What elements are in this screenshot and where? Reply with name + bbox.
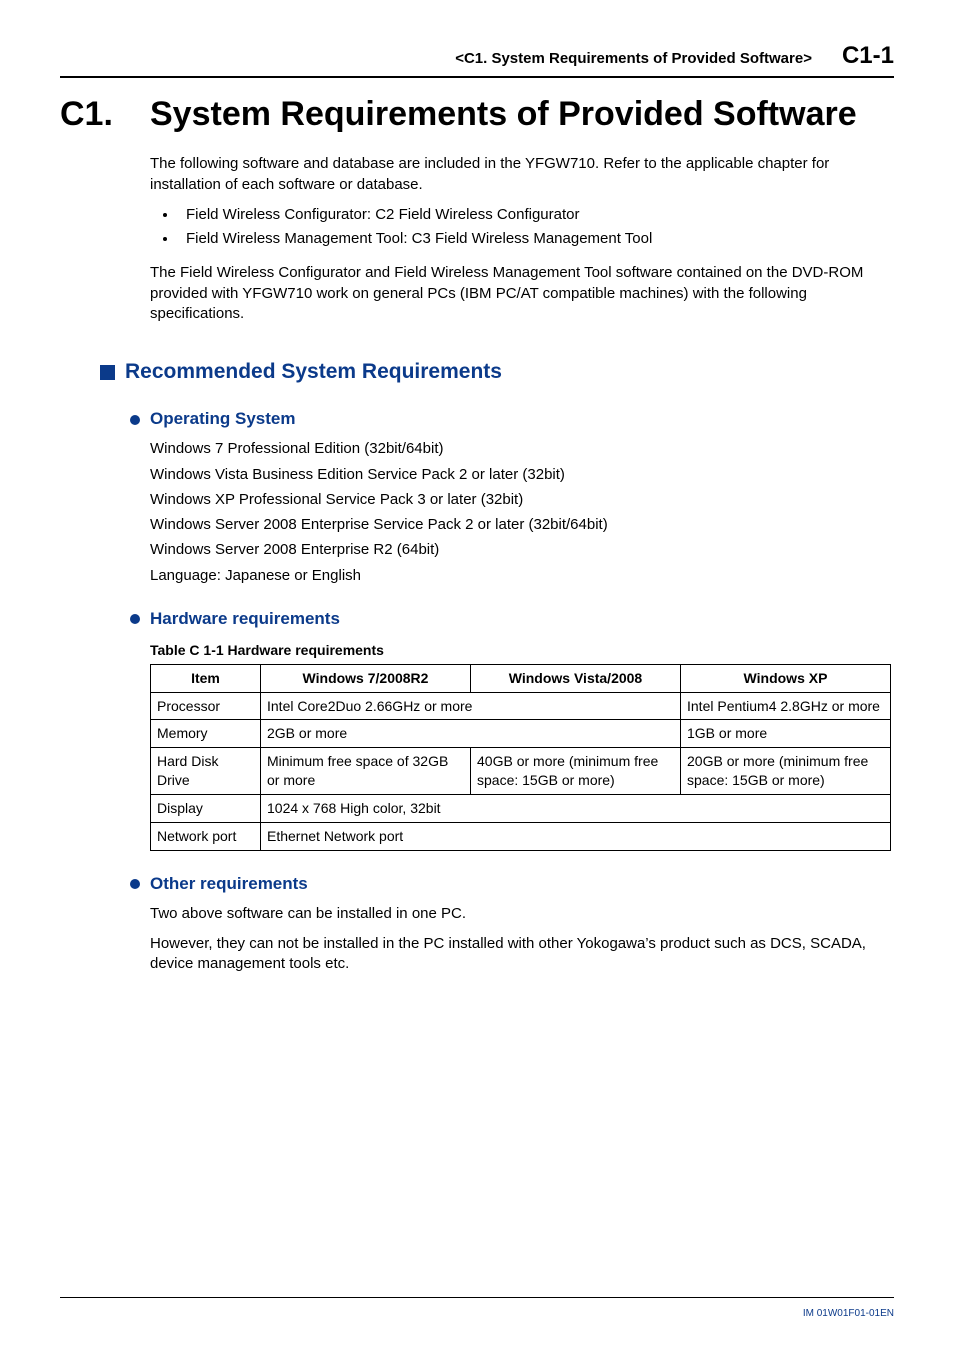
cell: 20GB or more (minimum free space: 15GB o… — [681, 748, 891, 795]
col-xp-header: Windows XP — [681, 664, 891, 692]
subsection-other-heading: Other requirements — [130, 873, 894, 896]
os-line: Windows Vista Business Edition Service P… — [150, 465, 884, 485]
table-row: Memory 2GB or more 1GB or more — [151, 720, 891, 748]
circle-bullet-icon — [130, 614, 140, 624]
col-vista-header: Windows Vista/2008 — [471, 664, 681, 692]
cell: 2GB or more — [261, 720, 681, 748]
table-row: Processor Intel Core2Duo 2.66GHz or more… — [151, 692, 891, 720]
cell: 1GB or more — [681, 720, 891, 748]
subsection-os-heading: Operating System — [130, 408, 894, 431]
intro-bullet: Field Wireless Management Tool: C3 Field… — [178, 229, 884, 249]
row-item: Processor — [151, 692, 261, 720]
cell: 40GB or more (minimum free space: 15GB o… — [471, 748, 681, 795]
running-header: <C1. System Requirements of Provided Sof… — [60, 40, 894, 78]
other-paragraph-1: Two above software can be installed in o… — [150, 904, 884, 924]
row-item: Hard Disk Drive — [151, 748, 261, 795]
os-line: Windows XP Professional Service Pack 3 o… — [150, 490, 884, 510]
intro-bullet: Field Wireless Configurator: C2 Field Wi… — [178, 205, 884, 225]
cell: Ethernet Network port — [261, 822, 891, 850]
circle-bullet-icon — [130, 415, 140, 425]
cell: Intel Pentium4 2.8GHz or more — [681, 692, 891, 720]
intro-paragraph-2: The Field Wireless Configurator and Fiel… — [150, 263, 884, 324]
footer-rule — [60, 1297, 894, 1298]
col-win7-header: Windows 7/2008R2 — [261, 664, 471, 692]
table-row: Network port Ethernet Network port — [151, 822, 891, 850]
subsection-hw-heading: Hardware requirements — [130, 608, 894, 631]
page: <C1. System Requirements of Provided Sof… — [0, 0, 954, 1350]
square-bullet-icon — [100, 365, 115, 380]
subsection-os-title: Operating System — [150, 408, 296, 431]
other-block: Two above software can be installed in o… — [150, 904, 884, 975]
running-title: <C1. System Requirements of Provided Sof… — [60, 49, 842, 69]
circle-bullet-icon — [130, 879, 140, 889]
chapter-title: C1. System Requirements of Provided Soft… — [60, 92, 894, 138]
other-paragraph-2: However, they can not be installed in th… — [150, 934, 884, 975]
os-line: Windows 7 Professional Edition (32bit/64… — [150, 439, 884, 459]
hardware-requirements-table: Item Windows 7/2008R2 Windows Vista/2008… — [150, 664, 891, 851]
intro-paragraph-1: The following software and database are … — [150, 154, 884, 195]
table-row: Hard Disk Drive Minimum free space of 32… — [151, 748, 891, 795]
subsection-hw-title: Hardware requirements — [150, 608, 340, 631]
hw-block: Table C 1-1 Hardware requirements Item W… — [150, 641, 884, 851]
row-item: Memory — [151, 720, 261, 748]
table-row: Display 1024 x 768 High color, 32bit — [151, 795, 891, 823]
row-item: Display — [151, 795, 261, 823]
subsection-other-title: Other requirements — [150, 873, 308, 896]
intro-bullets: Field Wireless Configurator: C2 Field Wi… — [150, 205, 884, 250]
os-line: Language: Japanese or English — [150, 566, 884, 586]
os-line: Windows Server 2008 Enterprise R2 (64bit… — [150, 540, 884, 560]
table-header-row: Item Windows 7/2008R2 Windows Vista/2008… — [151, 664, 891, 692]
cell: Minimum free space of 32GB or more — [261, 748, 471, 795]
section-recommended-heading: Recommended System Requirements — [100, 358, 894, 386]
page-number: C1-1 — [842, 40, 894, 72]
chapter-number: C1. — [60, 92, 150, 138]
intro-block: The following software and database are … — [150, 154, 884, 324]
chapter-text: System Requirements of Provided Software — [150, 92, 857, 138]
os-line: Windows Server 2008 Enterprise Service P… — [150, 515, 884, 535]
os-list: Windows 7 Professional Edition (32bit/64… — [150, 439, 884, 586]
table-caption: Table C 1-1 Hardware requirements — [150, 641, 884, 660]
cell: 1024 x 768 High color, 32bit — [261, 795, 891, 823]
row-item: Network port — [151, 822, 261, 850]
col-item-header: Item — [151, 664, 261, 692]
footer-doc-id: IM 01W01F01-01EN — [803, 1307, 894, 1321]
section-recommended-title: Recommended System Requirements — [125, 358, 502, 386]
cell: Intel Core2Duo 2.66GHz or more — [261, 692, 681, 720]
